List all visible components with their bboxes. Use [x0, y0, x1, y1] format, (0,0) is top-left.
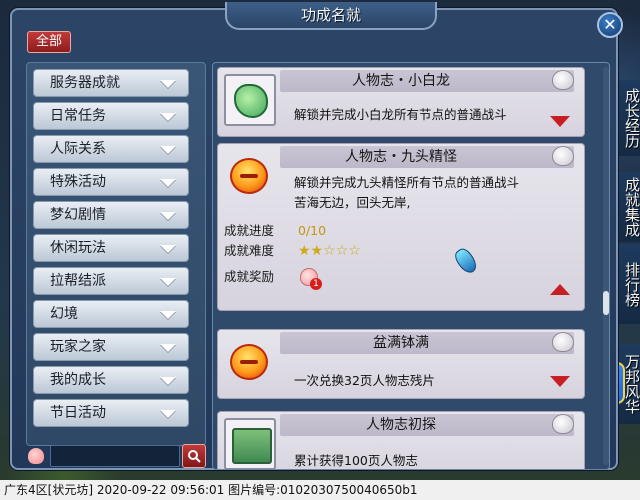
peach-reward-icon: [552, 70, 574, 90]
chevron-down-icon: [160, 278, 176, 286]
search-input[interactable]: [50, 445, 180, 467]
chevron-down-icon: [160, 377, 176, 385]
expand-arrow-icon[interactable]: [550, 376, 570, 387]
scroll-thumb[interactable]: [603, 291, 609, 315]
achievement-description: 解锁并完成九头精怪所有节点的普通战斗: [294, 175, 520, 190]
category-label: 拉帮结派: [50, 273, 106, 289]
collapse-arrow-icon[interactable]: [550, 284, 570, 295]
category-label: 特殊活动: [50, 174, 106, 190]
chevron-down-icon: [160, 179, 176, 187]
achievement-item-expanded[interactable]: 人物志・九头精怪 解锁并完成九头精怪所有节点的普通战斗 苦海无边，回头无岸, 成…: [217, 143, 585, 311]
category-guild[interactable]: 拉帮结派: [33, 267, 189, 295]
category-relations[interactable]: 人际关系: [33, 135, 189, 163]
difficulty-stars: ★★☆☆☆: [298, 243, 361, 259]
category-list: 服务器成就 日常任务 人际关系 特殊活动 梦幻剧情 休闲玩法 拉帮结派 幻境 玩…: [26, 62, 206, 446]
chevron-down-icon: [160, 146, 176, 154]
badge-icon: [230, 158, 268, 194]
gem-cursor-icon: [451, 245, 481, 277]
category-label: 节日活动: [50, 405, 106, 421]
category-label: 服务器成就: [50, 75, 120, 91]
category-story[interactable]: 梦幻剧情: [33, 201, 189, 229]
achievement-description: 累计获得100页人物志: [294, 453, 418, 468]
chevron-down-icon: [160, 80, 176, 88]
achievement-list: 人物志・小白龙 解锁并完成小白龙所有节点的普通战斗 人物志・九头精怪 解锁并完成…: [212, 62, 610, 470]
category-leisure[interactable]: 休闲玩法: [33, 234, 189, 262]
achievement-icon-frame: [224, 74, 276, 126]
category-label: 幻境: [50, 306, 78, 322]
peach-reward-icon: [552, 332, 574, 352]
reward-count-badge: 1: [310, 278, 322, 290]
list-scrollbar[interactable]: [603, 67, 609, 465]
category-growth[interactable]: 我的成长: [33, 366, 189, 394]
achievement-title: 人物志・小白龙: [352, 73, 450, 89]
achievement-item[interactable]: 人物志・小白龙 解锁并完成小白龙所有节点的普通战斗: [217, 67, 585, 137]
chevron-down-icon: [160, 113, 176, 121]
achievement-subtitle: 苦海无边，回头无岸,: [294, 195, 411, 210]
category-festival[interactable]: 节日活动: [33, 399, 189, 427]
peach-icon: [28, 448, 44, 464]
book-icon: [232, 428, 272, 464]
search-bar: [26, 444, 206, 468]
badge-icon: [230, 344, 268, 380]
close-button[interactable]: ✕: [597, 12, 623, 38]
category-label: 梦幻剧情: [50, 207, 106, 223]
dragon-icon: [234, 84, 268, 118]
expand-arrow-icon[interactable]: [550, 116, 570, 127]
chevron-down-icon: [160, 311, 176, 319]
chevron-down-icon: [160, 410, 176, 418]
category-daily[interactable]: 日常任务: [33, 102, 189, 130]
peach-reward-icon: [552, 146, 574, 166]
category-label: 我的成长: [50, 372, 106, 388]
all-button[interactable]: 全部: [27, 31, 71, 53]
window-title: 功成名就: [225, 2, 437, 30]
category-label: 休闲玩法: [50, 240, 106, 256]
difficulty-label: 成就难度: [224, 243, 275, 258]
achievement-item[interactable]: 人物志初探 累计获得100页人物志: [217, 411, 585, 469]
reward-label: 成就奖励: [224, 269, 275, 284]
search-button[interactable]: [182, 444, 206, 468]
chevron-down-icon: [160, 344, 176, 352]
peach-reward-icon: [552, 414, 574, 434]
progress-value: 0/10: [298, 223, 327, 238]
progress-label: 成就进度: [224, 223, 275, 238]
achievement-item[interactable]: 盆满钵满 一次兑换32页人物志残片: [217, 329, 585, 399]
achievement-icon-frame: [224, 418, 276, 469]
achievement-window: 功成名就 ✕ 全部 服务器成就 日常任务 人际关系 特殊活动 梦幻剧情 休闲玩法…: [10, 2, 623, 470]
search-icon: [188, 450, 201, 463]
chevron-down-icon: [160, 212, 176, 220]
category-label: 日常任务: [50, 108, 106, 124]
achievement-title: 人物志・九头精怪: [345, 149, 457, 165]
category-server[interactable]: 服务器成就: [33, 69, 189, 97]
chevron-down-icon: [160, 245, 176, 253]
category-illusion[interactable]: 幻境: [33, 300, 189, 328]
achievement-description: 一次兑换32页人物志残片: [294, 373, 435, 388]
achievement-title: 盆满钵满: [373, 335, 429, 351]
achievement-icon-frame: [224, 150, 276, 202]
achievement-title: 人物志初探: [366, 417, 436, 433]
category-home[interactable]: 玩家之家: [33, 333, 189, 361]
category-label: 人际关系: [50, 141, 106, 157]
category-label: 玩家之家: [50, 339, 106, 355]
status-bar: 广东4区[状元坊] 2020-09-22 09:56:01 图片编号:01020…: [0, 480, 640, 500]
achievement-description: 解锁并完成小白龙所有节点的普通战斗: [294, 107, 507, 122]
category-special[interactable]: 特殊活动: [33, 168, 189, 196]
achievement-icon-frame: [224, 336, 276, 388]
